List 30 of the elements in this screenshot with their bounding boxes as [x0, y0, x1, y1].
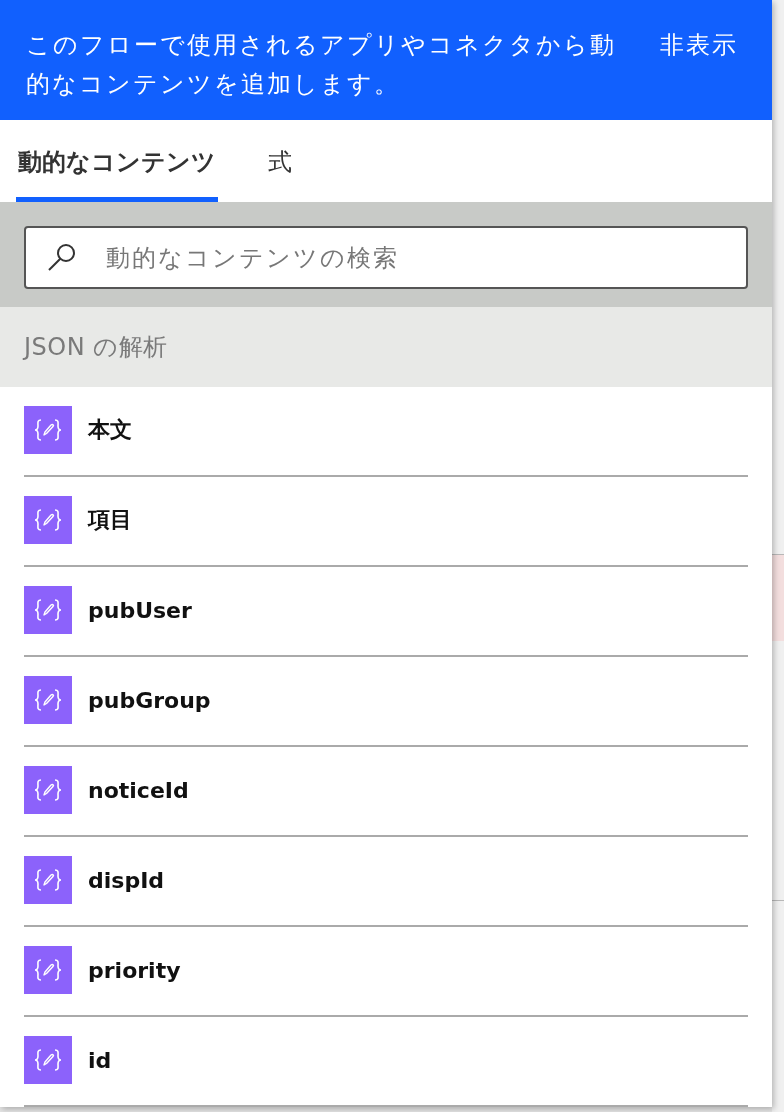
content-item[interactable]: pubGroup [24, 657, 748, 747]
content-item[interactable]: 項目 [24, 477, 748, 567]
item-label: 項目 [88, 506, 132, 534]
item-label: pubGroup [88, 687, 211, 713]
search-icon [48, 243, 76, 272]
item-label: priority [88, 957, 181, 983]
item-label: pubUser [88, 597, 192, 623]
content-item[interactable]: id [24, 1017, 748, 1107]
braces-pencil-icon [24, 496, 72, 544]
item-label: dispId [88, 867, 165, 893]
content-item[interactable]: pubUser [24, 567, 748, 657]
tab[interactable]: 式 [266, 120, 294, 203]
section-title: JSON の解析 [24, 331, 168, 363]
content-item[interactable]: noticeId [24, 747, 748, 837]
search-field[interactable]: 動的なコンテンツの検索 [24, 226, 748, 290]
braces-pencil-icon [24, 766, 72, 814]
content-item[interactable]: 本文 [24, 387, 748, 477]
content-item[interactable]: dispId [24, 837, 748, 927]
braces-pencil-icon [24, 586, 72, 634]
content-item[interactable]: priority [24, 927, 748, 1017]
item-label: noticeId [88, 777, 189, 803]
hide-button[interactable]: 非表示 [660, 26, 738, 65]
item-label: 本文 [88, 416, 132, 444]
braces-pencil-icon [24, 946, 72, 994]
braces-pencil-icon [24, 406, 72, 454]
braces-pencil-icon [24, 676, 72, 724]
braces-pencil-icon [24, 1036, 72, 1084]
item-label: id [88, 1047, 112, 1073]
banner-message: このフローで使用されるアプリやコネクタから動的なコンテンツを追加します。 [26, 30, 617, 100]
braces-pencil-icon [24, 856, 72, 904]
